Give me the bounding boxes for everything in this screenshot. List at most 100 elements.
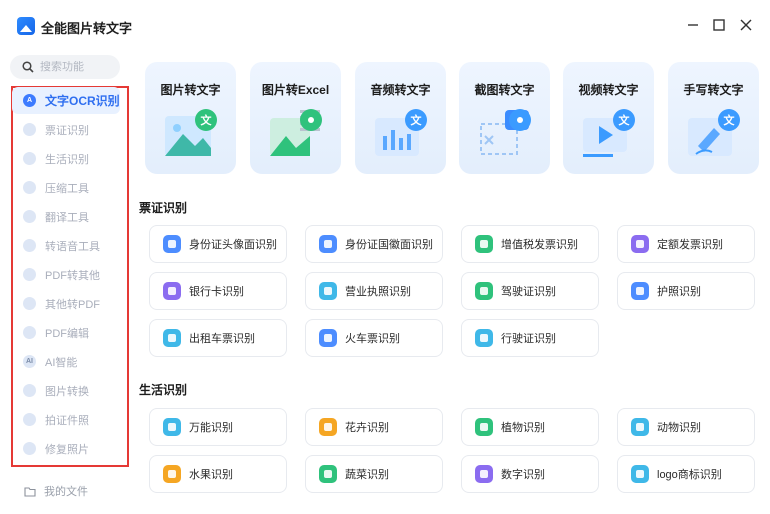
tool-tile[interactable]: 驾驶证识别 bbox=[461, 272, 599, 310]
sidebar-item-label: 文字OCR识别 bbox=[45, 94, 120, 108]
feature-card-2[interactable]: 图片转Excel bbox=[250, 62, 341, 174]
minimize-icon bbox=[688, 24, 698, 26]
search-input[interactable] bbox=[40, 61, 110, 73]
tool-tile-label: 万能识别 bbox=[189, 422, 233, 434]
digit-icon bbox=[475, 465, 493, 483]
pdf-convert-icon bbox=[23, 297, 36, 310]
sidebar-item-label: 翻译工具 bbox=[45, 211, 89, 224]
sidebar-item-12[interactable]: 拍证件照 bbox=[12, 406, 120, 433]
tool-tile[interactable]: 出租车票识别 bbox=[149, 319, 287, 357]
tool-tile[interactable]: 动物识别 bbox=[617, 408, 755, 446]
sidebar-item-13[interactable]: 修复照片 bbox=[12, 435, 120, 462]
folder-icon bbox=[24, 486, 36, 497]
tool-tile[interactable]: 身份证国徽面识别 bbox=[305, 225, 443, 263]
maximize-button[interactable] bbox=[710, 16, 728, 34]
text-badge-icon: 文 bbox=[195, 109, 217, 131]
tool-tile-label: 蔬菜识别 bbox=[345, 469, 389, 481]
tool-tile-label: 定额发票识别 bbox=[657, 239, 723, 251]
tool-tile-label: 营业执照识别 bbox=[345, 286, 411, 298]
taxi-ticket-icon bbox=[163, 329, 181, 347]
feature-card-title: 图片转Excel bbox=[261, 83, 330, 97]
sidebar-item-label: 票证识别 bbox=[45, 124, 89, 137]
sidebar-item-5[interactable]: 翻译工具 bbox=[12, 203, 120, 230]
sidebar-item-11[interactable]: 图片转换 bbox=[12, 377, 120, 404]
tool-tile[interactable]: 数字识别 bbox=[461, 455, 599, 493]
text-badge-icon: 文 bbox=[718, 109, 740, 131]
id-card-front-icon bbox=[163, 235, 181, 253]
sidebar-item-label: 图片转换 bbox=[45, 385, 89, 398]
sidebar-item-label: 压缩工具 bbox=[45, 182, 89, 195]
sidebar-item-8[interactable]: 其他转PDF bbox=[12, 290, 120, 317]
sidebar-item-4[interactable]: 压缩工具 bbox=[12, 174, 120, 201]
vegetable-icon bbox=[319, 465, 337, 483]
feature-card-6[interactable]: 手写转文字文 bbox=[668, 62, 759, 174]
universal-icon bbox=[163, 418, 181, 436]
title-bar: 全能图片转文字 bbox=[0, 0, 770, 46]
minimize-button[interactable] bbox=[684, 16, 702, 34]
feature-card-4[interactable]: 截图转文字 bbox=[459, 62, 550, 174]
vehicle-license-icon bbox=[475, 329, 493, 347]
tool-tile-label: 身份证头像面识别 bbox=[189, 239, 277, 251]
text-badge-icon: 文 bbox=[405, 109, 427, 131]
tool-tile[interactable]: 花卉识别 bbox=[305, 408, 443, 446]
sidebar-item-1[interactable]: A 文字OCR识别 bbox=[12, 87, 120, 114]
vat-invoice-icon bbox=[475, 235, 493, 253]
app-logo bbox=[17, 17, 35, 35]
feature-card-1[interactable]: 图片转文字文 bbox=[145, 62, 236, 174]
feature-card-3[interactable]: 音频转文字文 bbox=[355, 62, 446, 174]
text-badge-icon bbox=[509, 109, 531, 131]
sidebar-item-label: 生活识别 bbox=[45, 153, 89, 166]
tool-tile-label: logo商标识别 bbox=[657, 469, 722, 481]
sidebar-item-6[interactable]: 转语音工具 bbox=[12, 232, 120, 259]
tool-tile-label: 植物识别 bbox=[501, 422, 545, 434]
tool-tile-label: 护照识别 bbox=[657, 286, 701, 298]
tool-tile[interactable]: 火车票识别 bbox=[305, 319, 443, 357]
feature-card-5[interactable]: 视频转文字文 bbox=[563, 62, 654, 174]
tool-tile-label: 动物识别 bbox=[657, 422, 701, 434]
tool-tile[interactable]: 蔬菜识别 bbox=[305, 455, 443, 493]
tool-tile[interactable]: 护照识别 bbox=[617, 272, 755, 310]
sidebar-item-9[interactable]: PDF编辑 bbox=[12, 319, 120, 346]
tool-tile-label: 银行卡识别 bbox=[189, 286, 244, 298]
text-badge-icon: 文 bbox=[613, 109, 635, 131]
bank-card-icon bbox=[163, 282, 181, 300]
section-title-life: 生活识别 bbox=[139, 383, 188, 397]
tool-tile[interactable]: 水果识别 bbox=[149, 455, 287, 493]
feature-card-title: 音频转文字 bbox=[370, 83, 431, 97]
ai-icon: AI bbox=[23, 355, 36, 368]
tool-tile-label: 数字识别 bbox=[501, 469, 545, 481]
sidebar-item-3[interactable]: 生活识别 bbox=[12, 145, 120, 172]
animal-icon bbox=[631, 418, 649, 436]
passport-icon bbox=[631, 282, 649, 300]
feature-card-title: 截图转文字 bbox=[474, 83, 535, 97]
id-photo-icon bbox=[23, 413, 36, 426]
flower-icon bbox=[319, 418, 337, 436]
ticket-icon bbox=[23, 123, 36, 136]
close-button[interactable] bbox=[737, 16, 755, 34]
speech-icon bbox=[23, 239, 36, 252]
search-box[interactable] bbox=[10, 55, 120, 79]
feature-card-title: 图片转文字 bbox=[160, 83, 221, 97]
sidebar-item-label: 其他转PDF bbox=[45, 298, 100, 311]
logo-icon bbox=[631, 465, 649, 483]
tool-tile[interactable]: 营业执照识别 bbox=[305, 272, 443, 310]
tool-tile[interactable]: logo商标识别 bbox=[617, 455, 755, 493]
tool-tile[interactable]: 银行卡识别 bbox=[149, 272, 287, 310]
tool-tile[interactable]: 定额发票识别 bbox=[617, 225, 755, 263]
text-badge-icon bbox=[300, 109, 322, 131]
sidebar-item-10[interactable]: AI AI智能 bbox=[12, 348, 120, 375]
sidebar-item-2[interactable]: 票证识别 bbox=[12, 116, 120, 143]
sidebar-item-7[interactable]: PDF转其他 bbox=[12, 261, 120, 288]
fruit-icon bbox=[163, 465, 181, 483]
tool-tile[interactable]: 增值税发票识别 bbox=[461, 225, 599, 263]
tool-tile-label: 出租车票识别 bbox=[189, 333, 255, 345]
tool-tile-label: 火车票识别 bbox=[345, 333, 400, 345]
tool-tile[interactable]: 万能识别 bbox=[149, 408, 287, 446]
my-files-link[interactable]: 我的文件 bbox=[24, 483, 88, 499]
tool-tile[interactable]: 身份证头像面识别 bbox=[149, 225, 287, 263]
tool-tile[interactable]: 行驶证识别 bbox=[461, 319, 599, 357]
tool-tile[interactable]: 植物识别 bbox=[461, 408, 599, 446]
sidebar-item-label: AI智能 bbox=[45, 356, 78, 369]
plant-icon bbox=[475, 418, 493, 436]
fixed-invoice-icon bbox=[631, 235, 649, 253]
